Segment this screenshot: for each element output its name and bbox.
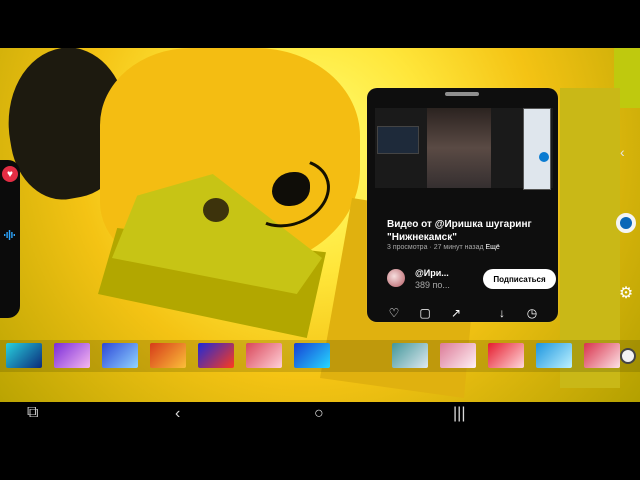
home-icon[interactable]: ○	[314, 406, 328, 422]
video-title[interactable]: Видео от @Иришка шугаринг "Нижнекамск"	[387, 218, 547, 244]
effect-tile-7[interactable]	[294, 343, 330, 368]
back-icon[interactable]: ‹	[175, 406, 189, 422]
thumbnail-middle-preview	[427, 108, 491, 188]
chevron-left-icon[interactable]: ‹	[620, 144, 636, 164]
effect-tile-1[interactable]	[6, 343, 42, 368]
subscriber-count: 389 по...	[415, 280, 450, 290]
effect-tile-9[interactable]	[440, 343, 476, 368]
effect-tile-5[interactable]	[198, 343, 234, 368]
clock-icon[interactable]: ◷	[525, 306, 539, 320]
effect-tile-11[interactable]	[536, 343, 572, 368]
strip-handle[interactable]	[620, 348, 636, 364]
comment-icon[interactable]: ▢	[418, 306, 432, 320]
more-link[interactable]: Ещё	[486, 244, 500, 251]
video-thumbnail[interactable]	[375, 108, 553, 190]
audio-wave-icon	[4, 230, 15, 240]
channel-row: @Ири... 389 по... Подписаться	[387, 268, 557, 294]
bird-nostril	[203, 198, 229, 222]
avatar[interactable]	[387, 269, 405, 287]
effect-tile-2[interactable]	[54, 343, 90, 368]
upload-time: 27 минут назад	[433, 244, 484, 251]
share-icon[interactable]: ↗	[449, 306, 463, 320]
effect-tile-8[interactable]	[392, 343, 428, 368]
drag-handle[interactable]	[445, 92, 479, 96]
thumbnail-right-preview	[523, 108, 551, 190]
thumbnail-left-preview	[377, 126, 419, 154]
effect-tile-3[interactable]	[102, 343, 138, 368]
effect-tile-12[interactable]	[584, 343, 620, 368]
effects-strip	[0, 340, 640, 372]
thumbnail-blue-dot	[539, 152, 549, 162]
floating-left-toolbar: ♥	[0, 160, 20, 318]
effect-tile-6[interactable]	[246, 343, 282, 368]
subscribe-button[interactable]: Подписаться	[483, 269, 556, 289]
gear-icon[interactable]: ⚙	[618, 286, 634, 302]
video-meta: 3 просмотра · 27 минут назад Ещё	[387, 244, 500, 251]
video-popup-card: Видео от @Иришка шугаринг "Нижнекамск" 3…	[367, 88, 558, 322]
video-actions-row: ♡ ▢ ↗ ↓ ◷	[387, 306, 547, 320]
heart-icon[interactable]: ♥	[2, 166, 18, 182]
effect-tile-4[interactable]	[150, 343, 186, 368]
record-target-icon[interactable]	[616, 213, 636, 233]
like-icon[interactable]: ♡	[387, 306, 401, 320]
channel-name[interactable]: @Ири...	[415, 268, 449, 278]
effect-tile-10[interactable]	[488, 343, 524, 368]
view-count: 3 просмотра	[387, 244, 428, 251]
recents-icon[interactable]: |||	[453, 406, 467, 422]
download-icon[interactable]: ↓	[495, 306, 509, 320]
screenshot-icon[interactable]: ⧉	[27, 405, 45, 423]
